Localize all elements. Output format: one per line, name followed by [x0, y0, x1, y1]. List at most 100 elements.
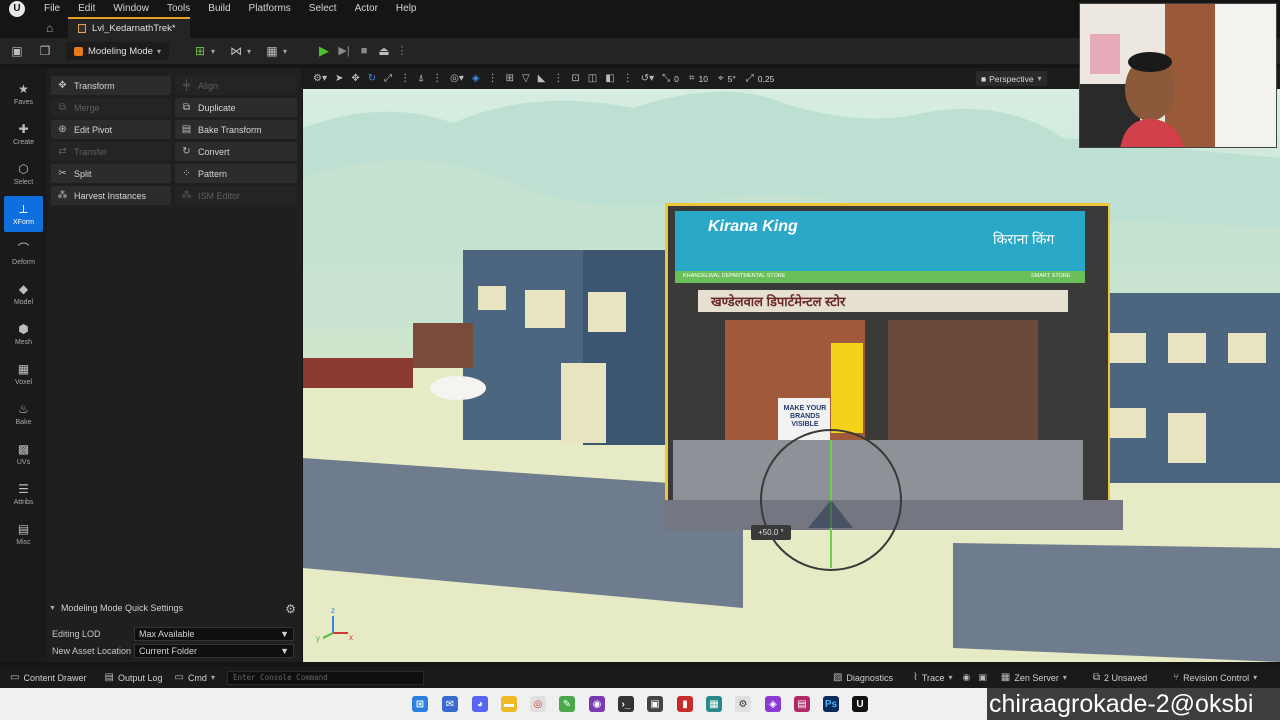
menu-window[interactable]: Window: [104, 0, 158, 17]
menu-file[interactable]: File: [35, 0, 69, 17]
unsaved-button[interactable]: ⧉ 2 Unsaved: [1087, 672, 1153, 683]
merge-tool-button[interactable]: ⧉ Merge: [51, 98, 171, 117]
unreal-logo-icon[interactable]: U: [9, 0, 25, 17]
menu-tools[interactable]: Tools: [158, 0, 199, 17]
settings-icon[interactable]: ⚙: [735, 696, 751, 712]
photoshop-icon[interactable]: Ps: [823, 696, 839, 712]
category-create[interactable]: ✚ Create: [4, 116, 43, 152]
rotation-snap-icon[interactable]: ⌖: [718, 73, 724, 84]
console-input[interactable]: Enter Console Command: [226, 670, 424, 685]
split-tool-button[interactable]: ✂ Split: [51, 164, 171, 183]
zen-server-button[interactable]: ▦ Zen Server ▾: [995, 672, 1073, 683]
more-options-icon[interactable]: ⋮: [395, 44, 409, 58]
record-icon[interactable]: ◉: [963, 672, 971, 683]
translate-snap-icon[interactable]: ⤡: [662, 73, 670, 84]
github-icon[interactable]: ◉: [589, 696, 605, 712]
content-browser-icon[interactable]: ❐: [38, 44, 52, 58]
chevron-down-icon[interactable]: ▾: [283, 47, 287, 56]
menu-build[interactable]: Build: [199, 0, 239, 17]
align-tool-button[interactable]: ╪ Align: [175, 76, 297, 95]
category-xform[interactable]: ⟂ XForm: [4, 196, 43, 232]
category-faves[interactable]: ★ Faves: [4, 76, 43, 112]
chevron-down-icon[interactable]: ▾: [247, 47, 251, 56]
output-log-button[interactable]: ▤ Output Log: [98, 672, 168, 683]
scale-snap-value[interactable]: 0.25: [758, 74, 775, 84]
level-viewport[interactable]: z x y Kirana King किराना किंग KHANDELWAL…: [303, 68, 1280, 662]
editing-lod-select[interactable]: Max Available ▼: [134, 626, 294, 641]
blueprint-icon[interactable]: ⋈: [229, 44, 243, 58]
outlook-icon[interactable]: ✉: [442, 696, 458, 712]
more-options-icon[interactable]: ⋮: [400, 73, 410, 84]
bake-transform-tool-button[interactable]: ▤ Bake Transform: [175, 120, 297, 139]
trace-button[interactable]: ⌇ Trace ▾: [907, 672, 959, 683]
surface-snap-icon[interactable]: ⊞: [506, 73, 514, 84]
transform-tool-button[interactable]: ✥ Transform: [51, 76, 171, 95]
play-icon[interactable]: ▶: [317, 44, 331, 58]
grid-snap-value[interactable]: 10: [698, 74, 707, 84]
category-deform[interactable]: ⌒ Deform: [4, 236, 43, 272]
category-attribs[interactable]: ☰ Attribs: [4, 476, 43, 512]
calculator-icon[interactable]: ▦: [706, 696, 722, 712]
advance-frame-icon[interactable]: ▶|: [337, 44, 351, 58]
translate-snap-value[interactable]: 0: [674, 74, 679, 84]
world-space-icon[interactable]: ◎▾: [450, 73, 464, 84]
quick-settings-header[interactable]: ▼ Modeling Mode Quick Settings ⚙: [47, 600, 302, 616]
grid-snap-icon[interactable]: ⊡: [571, 73, 579, 84]
pattern-tool-button[interactable]: ⁘ Pattern: [175, 164, 297, 183]
scale-mode-icon[interactable]: ⤢: [384, 73, 392, 84]
more-options-icon[interactable]: ⋮: [432, 73, 442, 84]
menu-platforms[interactable]: Platforms: [240, 0, 300, 17]
ism-editor-tool-button[interactable]: ⁂ ISM Editor: [175, 186, 297, 205]
duplicate-tool-button[interactable]: ⧉ Duplicate: [175, 98, 297, 117]
chrome-icon[interactable]: ◎: [530, 696, 546, 712]
task-app-icon[interactable]: ▣: [647, 696, 663, 712]
select-mode-icon[interactable]: ➤: [335, 73, 343, 84]
tab-level[interactable]: Lvl_KedarnathTrek*: [68, 17, 190, 38]
rotate-snap-icon[interactable]: ↺▾: [641, 73, 654, 84]
terminal-icon[interactable]: ›_: [618, 696, 634, 712]
discord-icon[interactable]: ◕: [472, 696, 488, 712]
viewport-options-icon[interactable]: ⚙▾: [313, 73, 327, 84]
windows-start-icon[interactable]: ⊞: [412, 696, 428, 712]
gear-icon[interactable]: ⚙: [285, 602, 296, 616]
cmd-button[interactable]: ▭ Cmd ▾: [168, 672, 220, 683]
convert-tool-button[interactable]: ↻ Convert: [175, 142, 297, 161]
category-voxel[interactable]: ▦ Voxel: [4, 356, 43, 392]
category-bake[interactable]: ♨ Bake: [4, 396, 43, 432]
eject-icon[interactable]: ⏏: [377, 44, 391, 58]
menu-help[interactable]: Help: [387, 0, 426, 17]
transfer-tool-button[interactable]: ⇄ Transfer: [51, 142, 171, 161]
content-drawer-button[interactable]: ▭ Content Drawer: [4, 672, 92, 683]
cinematics-icon[interactable]: ▦: [265, 44, 279, 58]
file-explorer-icon[interactable]: ▬: [501, 696, 517, 712]
coordinate-space-icon[interactable]: ◈: [472, 73, 480, 84]
menu-actor[interactable]: Actor: [346, 0, 387, 17]
asset-location-select[interactable]: Current Folder ▼: [134, 643, 294, 658]
modeling-mode-button[interactable]: Modeling Mode ▾: [66, 42, 169, 60]
pdf-icon[interactable]: ▮: [677, 696, 693, 712]
category-select[interactable]: ⬡ Select: [4, 156, 43, 192]
save-icon[interactable]: ▣: [10, 44, 24, 58]
harvest-instances-tool-button[interactable]: ⁂ Harvest Instances: [51, 186, 171, 205]
category-mesh[interactable]: ⬢ Mesh: [4, 316, 43, 352]
edit-pivot-tool-button[interactable]: ⊕ Edit Pivot: [51, 120, 171, 139]
menu-edit[interactable]: Edit: [69, 0, 104, 17]
visual-studio-icon[interactable]: ◈: [765, 696, 781, 712]
add-actor-icon[interactable]: ⊞: [193, 44, 207, 58]
more-options-icon[interactable]: ⋮: [623, 73, 633, 84]
scale-snap-icon[interactable]: ⤢: [746, 73, 754, 84]
camera-icon[interactable]: ◧: [605, 73, 614, 84]
rotation-snap-value[interactable]: 5°: [728, 74, 736, 84]
rotate-mode-icon[interactable]: ↻: [368, 73, 376, 84]
diagnostics-button[interactable]: ▧ Diagnostics: [827, 672, 899, 683]
filter-icon[interactable]: ▽: [522, 73, 530, 84]
screenshot-icon[interactable]: ▣: [978, 672, 987, 683]
unreal-engine-icon[interactable]: U: [852, 696, 868, 712]
align-icon[interactable]: ◫: [588, 73, 597, 84]
more-options-icon[interactable]: ⋮: [488, 73, 498, 84]
category-model[interactable]: ◆ Model: [4, 276, 43, 312]
cursor-snap-icon[interactable]: ◣: [538, 73, 546, 84]
grid-snap-icon[interactable]: ⌗: [689, 73, 695, 84]
revision-control-button[interactable]: ⑂ Revision Control ▾: [1167, 672, 1263, 683]
stop-icon[interactable]: ■: [357, 44, 371, 58]
